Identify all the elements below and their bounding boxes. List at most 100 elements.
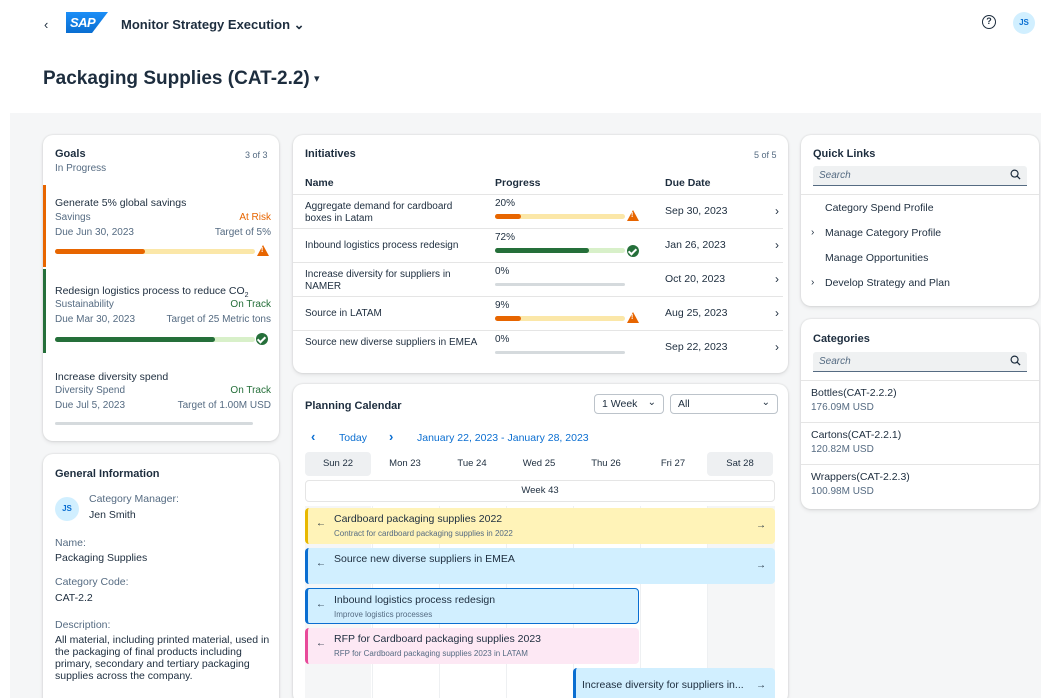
manager-name: Jen Smith [89,509,136,521]
app-title-menu[interactable]: Monitor Strategy Execution ⌄ [121,17,305,33]
initiative-progress-bar [495,214,625,219]
user-avatar[interactable]: JS [1013,12,1035,34]
goal-item[interactable]: Increase diversity spend Diversity Spend… [43,355,279,435]
table-row[interactable]: Increase diversity for suppliers in NAME… [293,262,783,296]
check-icon [627,245,639,257]
search-icon[interactable] [1010,169,1021,180]
goal-progress-bar [55,249,255,254]
quick-link-manage-opportunities[interactable]: Manage Opportunities [801,247,1039,272]
initiatives-card: Initiatives 5 of 5 Name Progress Due Dat… [293,135,788,373]
goals-count: 3 of 3 [245,150,268,160]
table-row[interactable]: Aggregate demand for cardboard boxes in … [293,194,783,228]
initiative-progress-bar [495,283,625,286]
navigation-arrow-icon[interactable]: › [775,306,779,320]
back-button[interactable]: ‹ [44,17,48,32]
manager-avatar: JS [55,497,79,521]
view-select[interactable]: 1 Week ⌄ [594,394,664,414]
goal-accent-bar [43,269,46,353]
calendar-grid: ← Cardboard packaging supplies 2022 Cont… [305,506,775,698]
initiatives-title: Initiatives [305,148,356,160]
quick-link-develop-strategy[interactable]: › Develop Strategy and Plan [801,272,1039,297]
column-header-progress[interactable]: Progress [495,177,541,189]
goals-subtitle: In Progress [55,163,107,174]
goal-progress-bar [55,337,255,342]
arrow-left-icon: ← [316,599,326,610]
table-row[interactable]: Source in LATAM 9% Aug 25, 2023 › [293,296,783,330]
calendar-event[interactable]: ← Inbound logistics process redesign Imp… [305,588,639,624]
chevron-right-icon[interactable]: › [811,277,814,288]
today-button[interactable]: Today [339,432,367,444]
day-header-sat[interactable]: Sat 28 [707,452,773,476]
next-week-button[interactable]: › [389,429,393,444]
search-icon[interactable] [1010,355,1021,366]
day-header-wed[interactable]: Wed 25 [506,452,572,476]
initiative-percent: 72% [495,232,516,243]
category-item[interactable]: Wrappers(CAT-2.2.3) 100.98M USD [801,464,1039,506]
previous-week-button[interactable]: ‹ [311,429,315,444]
goal-due-date: Due Jul 5, 2023 [55,400,126,411]
chevron-down-icon: ⌄ [761,397,770,408]
category-item[interactable]: Cartons(CAT-2.2.1) 120.82M USD [801,422,1039,464]
days-header: Sun 22 Mon 23 Tue 24 Wed 25 Thu 26 Fri 2… [305,452,775,476]
quick-link-label: Manage Category Profile [825,227,942,239]
goal-progress-bar [55,422,253,425]
navigation-arrow-icon[interactable]: › [775,340,779,354]
category-item[interactable]: Bottles(CAT-2.2.2) 176.09M USD [801,380,1039,422]
quick-links-search-input[interactable] [813,166,1003,185]
divider [801,194,1039,195]
initiative-percent: 9% [495,300,510,311]
table-row[interactable]: Source new diverse suppliers in EMEA 0% … [293,330,783,364]
date-range-label[interactable]: January 22, 2023 - January 28, 2023 [417,432,589,444]
goal-category: Savings [55,212,91,223]
content-area: Goals In Progress 3 of 3 Generate 5% glo… [10,113,1041,698]
goal-status: On Track [230,299,271,310]
filter-select[interactable]: All ⌄ [670,394,778,414]
day-header-mon[interactable]: Mon 23 [372,452,438,476]
quick-link-manage-category-profile[interactable]: › Manage Category Profile [801,222,1039,247]
chevron-down-icon: ⌄ [647,397,656,408]
navigation-arrow-icon[interactable]: › [775,204,779,218]
warning-icon [257,245,269,256]
title-dropdown-icon[interactable]: ▾ [314,72,320,85]
goal-due-date: Due Jun 30, 2023 [55,227,134,238]
categories-search-input[interactable] [813,352,1003,371]
initiative-progress-bar [495,248,625,253]
calendar-event[interactable]: ← Cardboard packaging supplies 2022 Cont… [305,508,775,544]
day-header-thu[interactable]: Thu 26 [573,452,639,476]
page-title: Packaging Supplies (CAT-2.2) [43,68,310,89]
column-header-name[interactable]: Name [305,177,334,189]
day-header-sun[interactable]: Sun 22 [305,452,371,476]
calendar-event[interactable]: ← RFP for Cardboard packaging supplies 2… [305,628,639,664]
code-label: Category Code: [55,576,129,588]
day-header-fri[interactable]: Fri 27 [640,452,706,476]
categories-search [813,352,1027,372]
event-title: Increase diversity for suppliers in... [582,679,744,691]
goal-item[interactable]: Generate 5% global savings Savings At Ri… [43,185,279,267]
quick-links-card: Quick Links Category Spend Profile › Man… [801,135,1039,306]
navigation-arrow-icon[interactable]: › [775,238,779,252]
logo-text: SAP [70,15,96,30]
initiative-percent: 0% [495,334,510,345]
calendar-event[interactable]: Increase diversity for suppliers in... → [573,668,775,698]
planning-calendar-card: Planning Calendar 1 Week ⌄ All ⌄ ‹ Today… [293,384,788,698]
initiative-due-date: Aug 25, 2023 [665,307,728,319]
arrow-left-icon: ← [316,638,326,649]
column-header-due-date[interactable]: Due Date [665,177,711,189]
navigation-arrow-icon[interactable]: › [775,272,779,286]
goal-status: On Track [230,385,271,396]
category-name: Cartons(CAT-2.2.1) [811,429,902,441]
event-subtitle: Contract for cardboard packaging supplie… [334,529,513,538]
quick-link-category-spend-profile[interactable]: Category Spend Profile [801,197,1039,222]
quick-link-label: Manage Opportunities [825,252,929,264]
initiatives-count: 5 of 5 [754,150,777,160]
table-row[interactable]: Inbound logistics process redesign 72% J… [293,228,783,262]
day-header-tue[interactable]: Tue 24 [439,452,505,476]
goal-item[interactable]: Redesign logistics process to reduce CO2… [43,269,279,353]
calendar-title: Planning Calendar [305,400,402,412]
category-name: Bottles(CAT-2.2.2) [811,387,897,399]
help-icon[interactable]: ? [982,15,996,29]
initiative-progress-fill [495,214,521,219]
calendar-event[interactable]: ← Source new diverse suppliers in EMEA → [305,548,775,584]
sap-logo[interactable]: SAP [66,12,108,33]
chevron-right-icon[interactable]: › [811,227,814,238]
